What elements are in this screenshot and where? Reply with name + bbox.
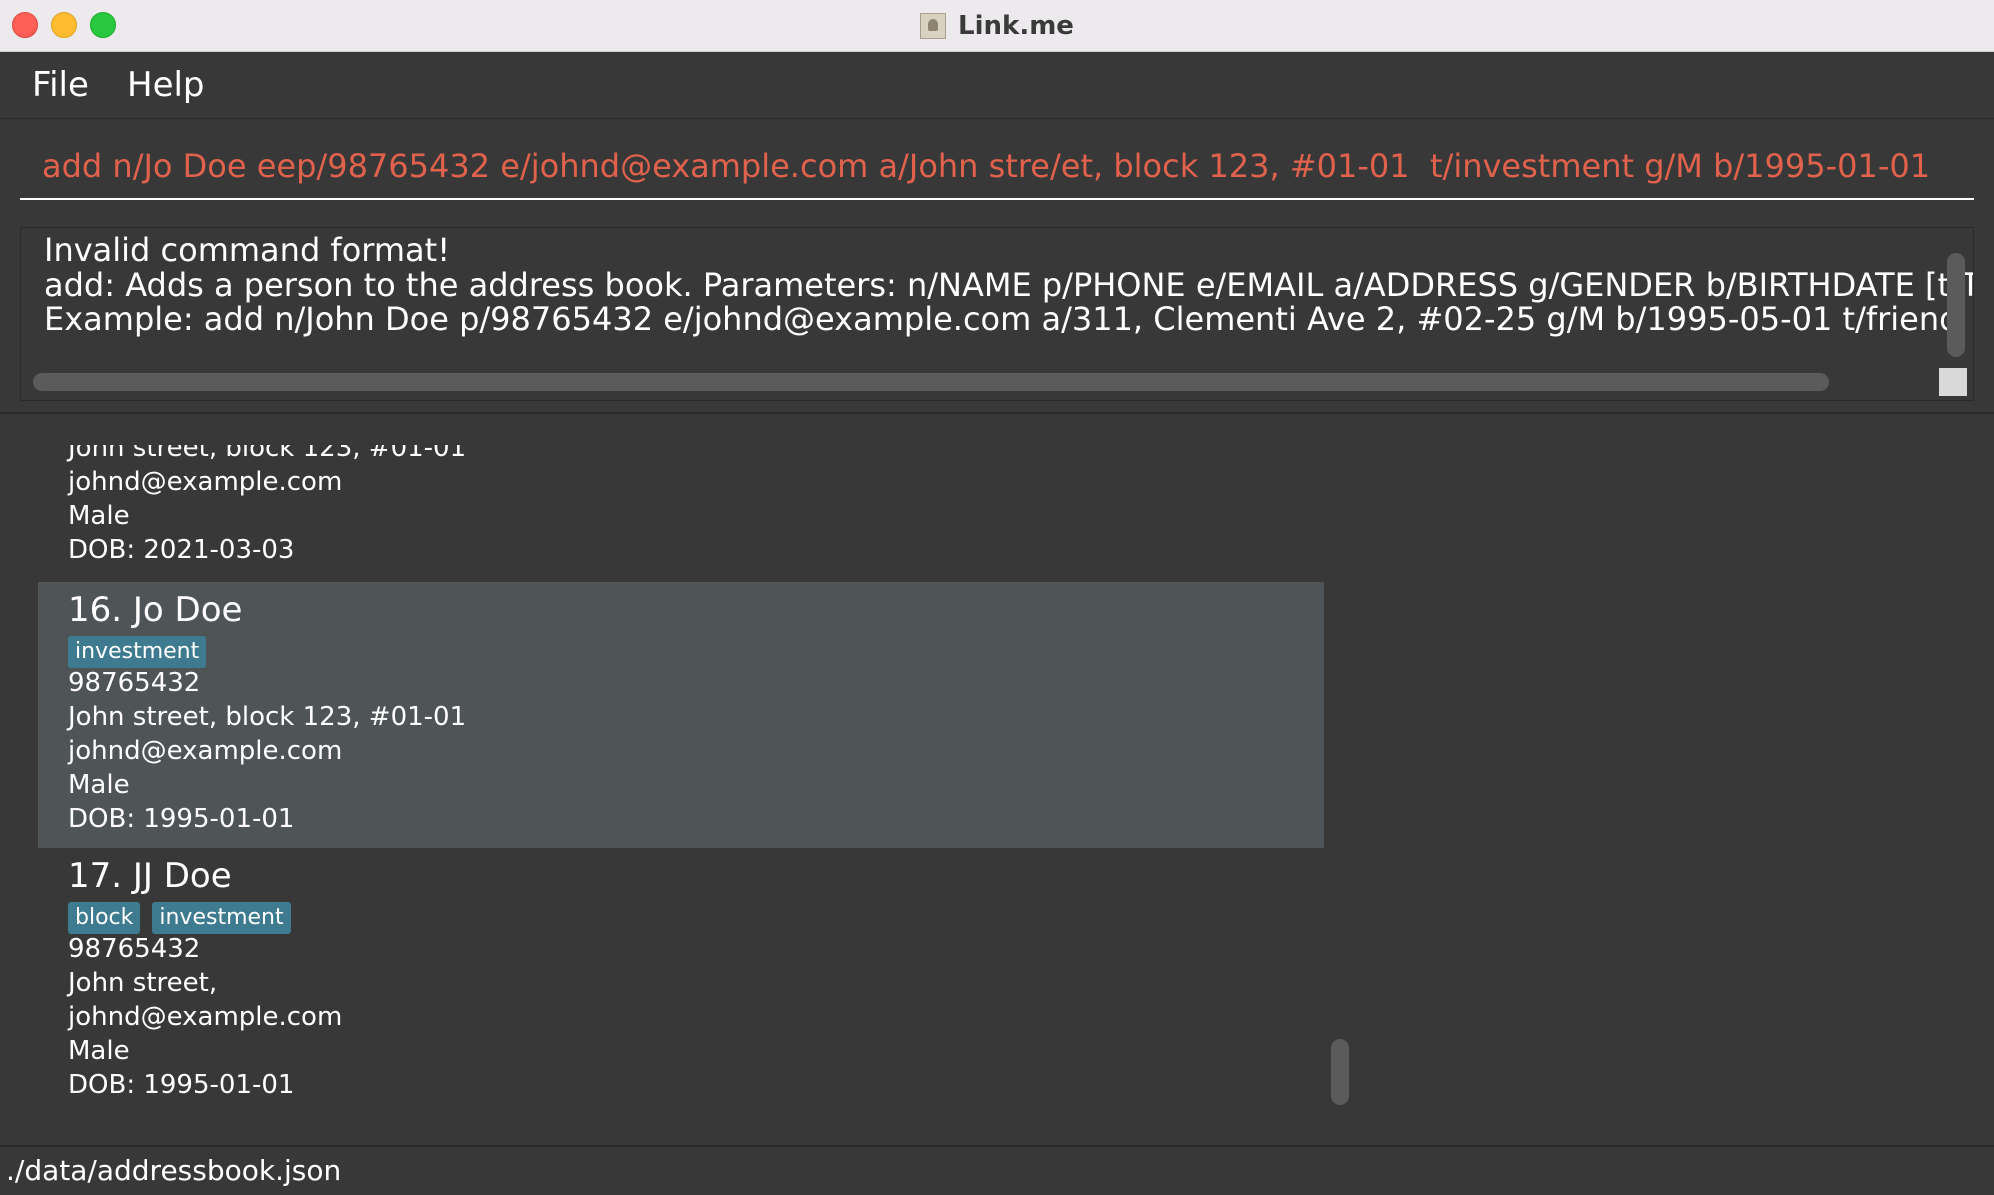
person-card-selected[interactable]: 16. Jo Doe investment 98765432 John stre… xyxy=(38,582,1324,848)
window-title-text: Link.me xyxy=(958,10,1074,41)
app-icon xyxy=(920,12,947,39)
card-address: John street, xyxy=(68,968,218,998)
maximize-window-button[interactable] xyxy=(90,12,116,38)
card-email: johnd@example.com xyxy=(68,1002,343,1032)
close-window-button[interactable] xyxy=(12,12,38,38)
result-vertical-scrollbar[interactable] xyxy=(1947,253,1965,357)
card-tags: investment xyxy=(68,636,207,668)
person-card[interactable]: 17. JJ Doe block investment 98765432 Joh… xyxy=(38,848,1324,1114)
title-bar: Link.me xyxy=(0,0,1994,52)
person-list: John street, block 123, #01-01 johnd@exa… xyxy=(38,445,1324,1115)
card-title: 17. JJ Doe xyxy=(68,856,232,896)
tag-badge: investment xyxy=(152,902,291,934)
command-input[interactable] xyxy=(42,134,1962,198)
card-dob: DOB: 1995-01-01 xyxy=(68,804,295,834)
tag-badge: investment xyxy=(68,636,207,668)
status-file-path: ./data/addressbook.json xyxy=(6,1154,342,1187)
menu-bar: File Help xyxy=(0,52,1994,119)
menu-file[interactable]: File xyxy=(32,52,89,118)
menu-help[interactable]: Help xyxy=(127,52,205,118)
tag-badge: block xyxy=(68,902,141,934)
result-example-message: Example: add n/John Doe p/98765432 e/joh… xyxy=(44,300,1958,338)
card-email: johnd@example.com xyxy=(68,736,343,766)
card-phone: 98765432 xyxy=(68,668,201,698)
person-list-scrollbar[interactable] xyxy=(1331,1039,1349,1105)
card-gender: Male xyxy=(68,1036,130,1066)
card-tags: block investment xyxy=(68,902,291,934)
window-title: Link.me xyxy=(0,0,1994,51)
card-title: 16. Jo Doe xyxy=(68,590,243,630)
card-address: John street, block 123, #01-01 xyxy=(68,702,467,732)
split-divider[interactable] xyxy=(0,412,1994,414)
result-display: Invalid command format! add: Adds a pers… xyxy=(20,227,1974,401)
card-phone: 98765432 xyxy=(68,934,201,964)
card-address: John street, block 123, #01-01 xyxy=(68,445,467,463)
card-dob: DOB: 1995-01-01 xyxy=(68,1070,295,1100)
minimize-window-button[interactable] xyxy=(51,12,77,38)
card-gender: Male xyxy=(68,501,130,531)
result-horizontal-scrollbar[interactable] xyxy=(33,373,1829,391)
card-dob: DOB: 2021-03-03 xyxy=(68,535,295,565)
scroll-corner xyxy=(1939,368,1967,396)
status-bar: ./data/addressbook.json xyxy=(0,1145,1994,1190)
card-gender: Male xyxy=(68,770,130,800)
command-box xyxy=(20,134,1974,200)
card-email: johnd@example.com xyxy=(68,467,343,497)
person-card[interactable]: John street, block 123, #01-01 johnd@exa… xyxy=(38,445,1324,582)
